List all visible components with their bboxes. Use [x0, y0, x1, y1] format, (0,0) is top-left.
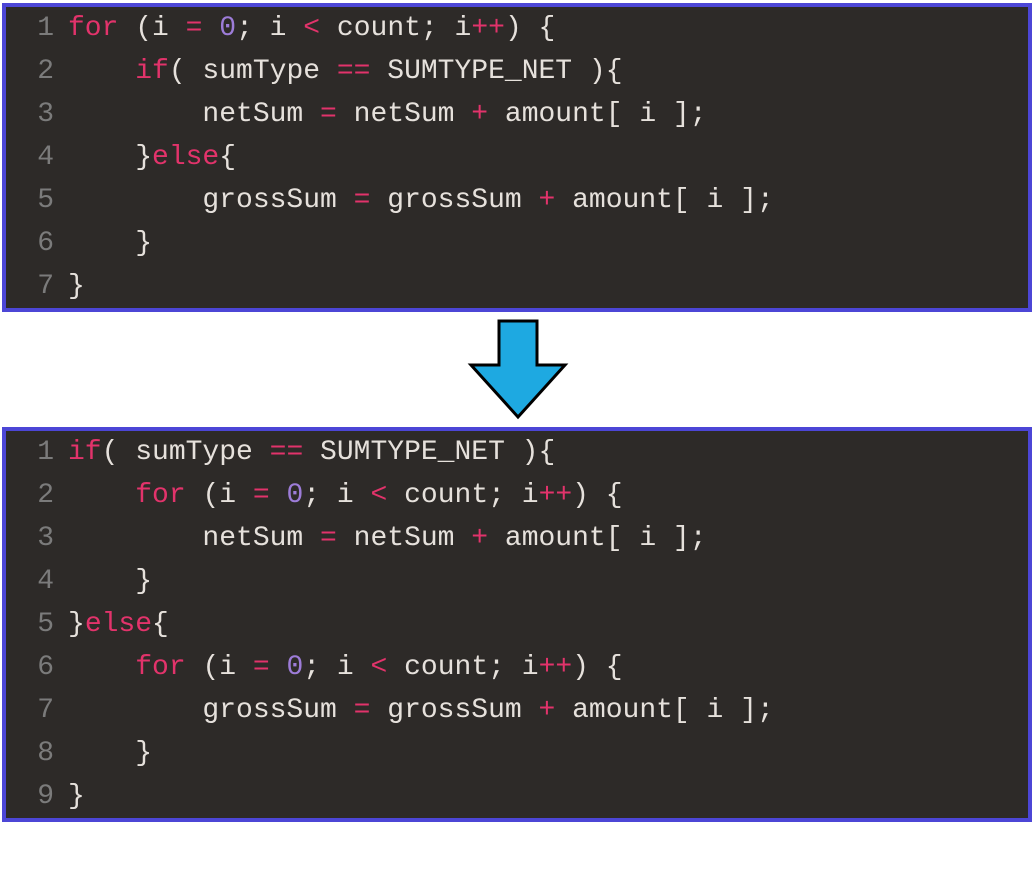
- line-number: 9: [6, 775, 68, 818]
- code-line: 5}else{: [6, 603, 1028, 646]
- code-content: for (i = 0; i < count; i++) {: [68, 474, 1028, 517]
- arrow-transform: [0, 312, 1035, 427]
- code-line: 4 }else{: [6, 136, 1028, 179]
- line-number: 5: [6, 603, 68, 646]
- code-line: 6 for (i = 0; i < count; i++) {: [6, 646, 1028, 689]
- code-line: 2 if( sumType == SUMTYPE_NET ){: [6, 50, 1028, 93]
- line-number: 6: [6, 646, 68, 689]
- code-content: netSum = netSum + amount[ i ];: [68, 517, 1028, 560]
- code-block-before: 1for (i = 0; i < count; i++) {2 if( sumT…: [2, 3, 1032, 312]
- code-content: if( sumType == SUMTYPE_NET ){: [68, 431, 1028, 474]
- line-number: 6: [6, 222, 68, 265]
- code-content: }else{: [68, 136, 1028, 179]
- line-number: 7: [6, 689, 68, 732]
- code-line: 8 }: [6, 732, 1028, 775]
- line-number: 5: [6, 179, 68, 222]
- line-number: 3: [6, 517, 68, 560]
- line-number: 4: [6, 560, 68, 603]
- code-content: for (i = 0; i < count; i++) {: [68, 646, 1028, 689]
- line-number: 3: [6, 93, 68, 136]
- code-content: if( sumType == SUMTYPE_NET ){: [68, 50, 1028, 93]
- code-content: for (i = 0; i < count; i++) {: [68, 7, 1028, 50]
- code-block-after: 1if( sumType == SUMTYPE_NET ){2 for (i =…: [2, 427, 1032, 822]
- code-content: }: [68, 222, 1028, 265]
- code-line: 3 netSum = netSum + amount[ i ];: [6, 517, 1028, 560]
- code-line: 2 for (i = 0; i < count; i++) {: [6, 474, 1028, 517]
- line-number: 2: [6, 50, 68, 93]
- code-content: }: [68, 560, 1028, 603]
- code-content: }: [68, 732, 1028, 775]
- code-line: 7 grossSum = grossSum + amount[ i ];: [6, 689, 1028, 732]
- code-line: 4 }: [6, 560, 1028, 603]
- code-line: 9}: [6, 775, 1028, 818]
- line-number: 1: [6, 431, 68, 474]
- code-line: 1if( sumType == SUMTYPE_NET ){: [6, 431, 1028, 474]
- code-content: grossSum = grossSum + amount[ i ];: [68, 179, 1028, 222]
- arrow-down-icon: [463, 317, 573, 422]
- line-number: 7: [6, 265, 68, 308]
- line-number: 2: [6, 474, 68, 517]
- line-number: 8: [6, 732, 68, 775]
- code-content: }: [68, 775, 1028, 818]
- code-content: }: [68, 265, 1028, 308]
- code-content: }else{: [68, 603, 1028, 646]
- code-line: 1for (i = 0; i < count; i++) {: [6, 7, 1028, 50]
- code-content: grossSum = grossSum + amount[ i ];: [68, 689, 1028, 732]
- line-number: 4: [6, 136, 68, 179]
- code-content: netSum = netSum + amount[ i ];: [68, 93, 1028, 136]
- code-line: 5 grossSum = grossSum + amount[ i ];: [6, 179, 1028, 222]
- code-line: 6 }: [6, 222, 1028, 265]
- line-number: 1: [6, 7, 68, 50]
- code-line: 3 netSum = netSum + amount[ i ];: [6, 93, 1028, 136]
- code-line: 7}: [6, 265, 1028, 308]
